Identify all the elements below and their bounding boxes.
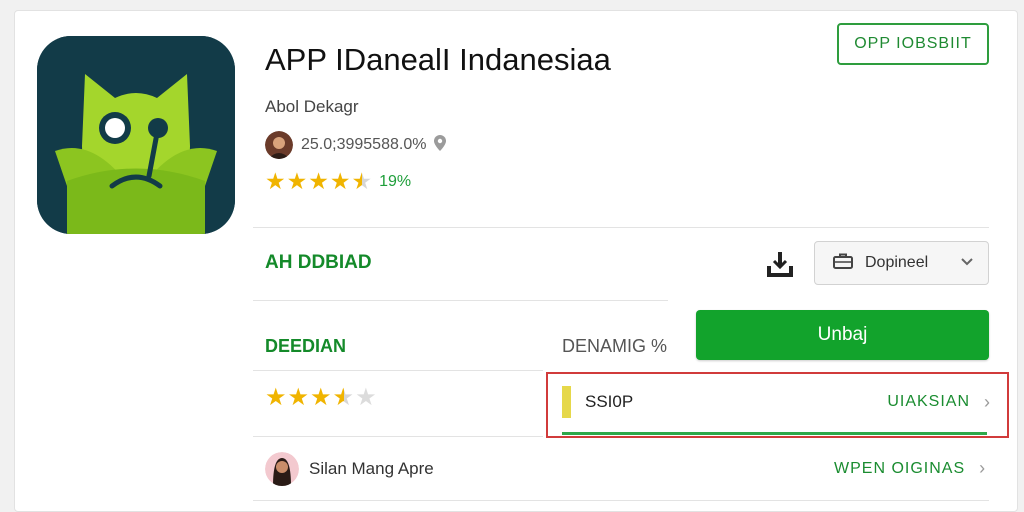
top-action-button[interactable]: OPP IOBSBIIT [837,23,989,65]
app-title: APP IDanealI Indanesiaa [265,42,611,77]
download-icon[interactable] [765,249,795,279]
chevron-down-icon [960,254,974,272]
reviewer-name: Silan Mang Apre [309,459,434,478]
chevron-right-icon: › [979,458,987,478]
column-label-left: DEEDIAN [265,336,347,356]
version-text: SSI0P [585,392,634,411]
column-label-right: DENAMIG % [562,336,668,356]
open-link-label: WPEN OIGINAS [834,459,966,477]
section-title: AH DDBIAD [265,252,372,273]
review-stars: ★★★★★ [265,384,378,411]
developer-name[interactable]: Abol Dekagr [265,97,359,117]
rating-row: ★★★★★ 19% [265,170,411,193]
chevron-right-icon: › [984,391,990,412]
reviewer-row: Silan Mang Apre [265,452,434,486]
rating-percent: 19% [379,172,412,190]
app-logo-icon [37,36,235,234]
open-link[interactable]: WPEN OIGINAS › [834,458,986,479]
rating-stars: ★★★★★ [265,168,374,194]
meta-text: 25.0;3995588.0% [301,136,427,153]
version-marker [562,386,571,418]
divider [253,500,989,501]
progress-line [562,432,987,435]
meta-row: 25.0;3995588.0% [265,131,447,159]
divider [253,436,543,437]
avatar [265,131,293,159]
divider [253,300,668,301]
reviewer-avatar [265,452,299,486]
install-button[interactable]: Unbaj [696,310,989,360]
divider [253,370,543,371]
update-link[interactable]: UIAKSIAN [887,393,970,411]
location-pin-icon [434,134,447,156]
select-label: Dopineel [865,254,929,271]
option-select[interactable]: Dopineel [814,241,989,285]
version-row[interactable]: SSI0P UIAKSIAN › [562,382,990,422]
briefcase-icon [833,253,853,274]
divider [253,227,989,228]
